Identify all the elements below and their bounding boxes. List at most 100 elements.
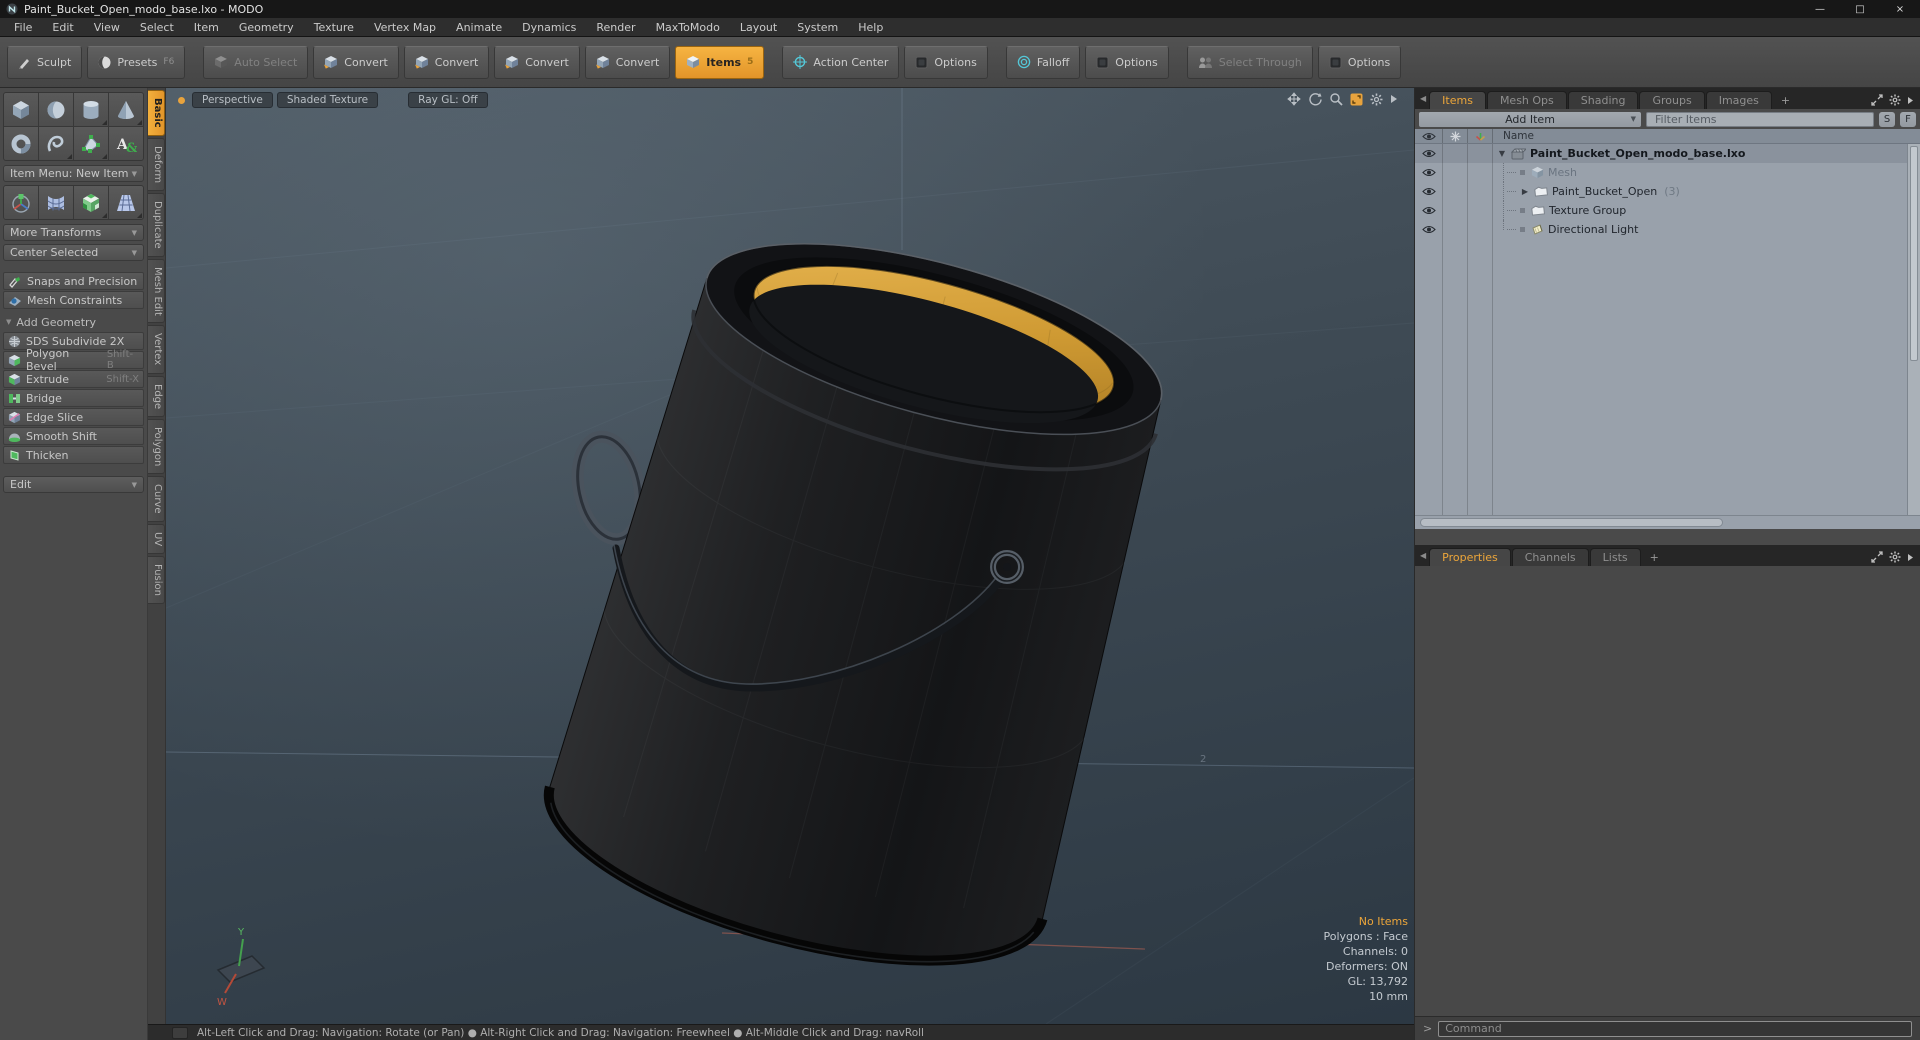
- minimize-button[interactable]: —: [1800, 0, 1840, 18]
- eye-icon[interactable]: [1415, 182, 1443, 201]
- tool-polygon-bevel[interactable]: Polygon Bevel Shift-B: [3, 347, 144, 373]
- tab-polygon[interactable]: Polygon: [148, 418, 165, 475]
- edit-dropdown[interactable]: Edit ▼: [3, 476, 144, 493]
- item-row-scene[interactable]: ▼ Paint_Bucket_Open_modo_base.lxo: [1415, 144, 1920, 163]
- tab-curve[interactable]: Curve: [148, 476, 165, 522]
- menu-animate[interactable]: Animate: [446, 18, 512, 36]
- panel-flyout-arrow-icon[interactable]: [1907, 96, 1914, 105]
- add-tab-button[interactable]: +: [1773, 91, 1798, 109]
- snaps-and-precision-button[interactable]: Snaps and Precision: [3, 272, 144, 290]
- tool-edge-slice[interactable]: Edge Slice: [3, 408, 144, 426]
- helix-tool-button[interactable]: [39, 127, 73, 160]
- item-menu-dropdown[interactable]: Item Menu: New Item ▼: [3, 165, 144, 182]
- maximize-viewport-icon[interactable]: [1350, 93, 1363, 106]
- scrollbar-thumb[interactable]: [1910, 146, 1918, 362]
- text-tool-button[interactable]: A &: [109, 127, 143, 160]
- expand-panel-icon[interactable]: [1871, 94, 1883, 106]
- tab-images[interactable]: Images: [1705, 91, 1772, 109]
- zoom-icon[interactable]: [1329, 92, 1343, 106]
- eye-icon[interactable]: [1415, 201, 1443, 220]
- tab-edge[interactable]: Edge: [148, 375, 165, 417]
- menu-render[interactable]: Render: [586, 18, 645, 36]
- filter-f-button[interactable]: F: [1900, 111, 1916, 127]
- add-item-dropdown[interactable]: Add Item ▼: [1419, 111, 1641, 127]
- expand-panel-icon[interactable]: [1871, 551, 1883, 563]
- menu-vertex-map[interactable]: Vertex Map: [364, 18, 446, 36]
- expand-arrow-icon[interactable]: ▶: [1520, 187, 1530, 196]
- tab-channels[interactable]: Channels: [1511, 548, 1589, 566]
- locator-tool-button[interactable]: [4, 186, 38, 219]
- eye-icon[interactable]: [1415, 220, 1443, 239]
- filter-items-input[interactable]: [1646, 111, 1874, 127]
- panel-gear-icon[interactable]: [1889, 94, 1901, 106]
- items-mode-button[interactable]: Items 5: [675, 45, 765, 79]
- select-through-options-button[interactable]: Options: [1317, 45, 1402, 79]
- menu-item[interactable]: Item: [184, 18, 229, 36]
- menu-maxtomodo[interactable]: MaxToModo: [646, 18, 730, 36]
- menu-geometry[interactable]: Geometry: [229, 18, 304, 36]
- pen-tool-button[interactable]: [74, 127, 108, 160]
- add-geometry-section-header[interactable]: ▼ Add Geometry: [3, 314, 144, 330]
- select-through-button[interactable]: Select Through: [1186, 45, 1313, 79]
- render-column-header[interactable]: [1443, 129, 1468, 143]
- viewport-menu-dot[interactable]: [178, 96, 185, 104]
- action-center-options-button[interactable]: Options: [904, 45, 988, 79]
- auto-select-button[interactable]: Auto Select: [203, 45, 309, 79]
- viewport-flyout-arrow-icon[interactable]: [1390, 94, 1398, 104]
- sculpt-button[interactable]: Sculpt: [7, 45, 83, 79]
- command-input[interactable]: [1438, 1020, 1912, 1037]
- cylinder-tool-button[interactable]: [74, 93, 108, 126]
- convert-edges-button[interactable]: Convert: [403, 45, 490, 79]
- falloff-button[interactable]: Falloff: [1005, 45, 1081, 79]
- tab-mesh-ops[interactable]: Mesh Ops: [1486, 91, 1567, 109]
- menu-system[interactable]: System: [787, 18, 848, 36]
- panel-flyout-arrow-icon[interactable]: [1907, 553, 1914, 562]
- menu-layout[interactable]: Layout: [730, 18, 787, 36]
- tab-basic[interactable]: Basic: [148, 90, 165, 136]
- transform-column-header[interactable]: [1468, 129, 1493, 143]
- lattice-tool-button[interactable]: [39, 186, 73, 219]
- tab-groups[interactable]: Groups: [1639, 91, 1705, 109]
- menu-dynamics[interactable]: Dynamics: [512, 18, 586, 36]
- item-row-mesh[interactable]: Mesh: [1415, 163, 1920, 182]
- viewport-gear-icon[interactable]: [1370, 93, 1383, 106]
- convert-materials-button[interactable]: Convert: [584, 45, 671, 79]
- falloff-plane-tool-button[interactable]: [109, 186, 143, 219]
- more-transforms-dropdown[interactable]: More Transforms ▼: [3, 224, 144, 241]
- tab-deform[interactable]: Deform: [148, 137, 165, 191]
- item-tree-hscrollbar[interactable]: [1415, 515, 1920, 529]
- add-tab-button[interactable]: +: [1642, 548, 1667, 566]
- pan-icon[interactable]: [1287, 92, 1301, 106]
- menu-edit[interactable]: Edit: [42, 18, 83, 36]
- item-row-texture-group[interactable]: Texture Group: [1415, 201, 1920, 220]
- tab-uv[interactable]: UV: [148, 523, 165, 554]
- tab-mesh-edit[interactable]: Mesh Edit: [148, 258, 165, 324]
- statusbar-button[interactable]: [172, 1026, 188, 1039]
- tab-shading[interactable]: Shading: [1567, 91, 1639, 109]
- visibility-column-header[interactable]: [1415, 129, 1443, 143]
- eye-icon[interactable]: [1415, 144, 1443, 163]
- tab-lists[interactable]: Lists: [1589, 548, 1641, 566]
- eye-icon[interactable]: [1415, 163, 1443, 182]
- center-selected-dropdown[interactable]: Center Selected ▼: [3, 244, 144, 261]
- name-column-header[interactable]: Name: [1493, 129, 1920, 143]
- action-center-button[interactable]: Action Center: [782, 45, 900, 79]
- convert-polygons-button[interactable]: Convert: [494, 45, 580, 79]
- panel-gear-icon[interactable]: [1889, 551, 1901, 563]
- maximize-button[interactable]: □: [1840, 0, 1880, 18]
- menu-texture[interactable]: Texture: [304, 18, 364, 36]
- item-row-paint-bucket[interactable]: ▶ Paint_Bucket_Open (3): [1415, 182, 1920, 201]
- viewport-camera-tab[interactable]: Perspective: [192, 92, 273, 108]
- viewport-raygl-tab[interactable]: Ray GL: Off: [408, 92, 488, 108]
- cone-tool-button[interactable]: [109, 93, 143, 126]
- menu-file[interactable]: File: [4, 18, 42, 36]
- presets-button[interactable]: Presets F6: [87, 45, 186, 79]
- menu-select[interactable]: Select: [130, 18, 184, 36]
- tab-fusion[interactable]: Fusion: [148, 555, 165, 604]
- panel-left-arrow-icon[interactable]: ◀: [1418, 94, 1428, 103]
- tab-vertex[interactable]: Vertex: [148, 325, 165, 374]
- convert-vertices-button[interactable]: Convert: [313, 45, 399, 79]
- mesh-constraints-button[interactable]: Mesh Constraints: [3, 291, 144, 309]
- rotate-icon[interactable]: [1308, 92, 1322, 106]
- tab-duplicate[interactable]: Duplicate: [148, 192, 165, 257]
